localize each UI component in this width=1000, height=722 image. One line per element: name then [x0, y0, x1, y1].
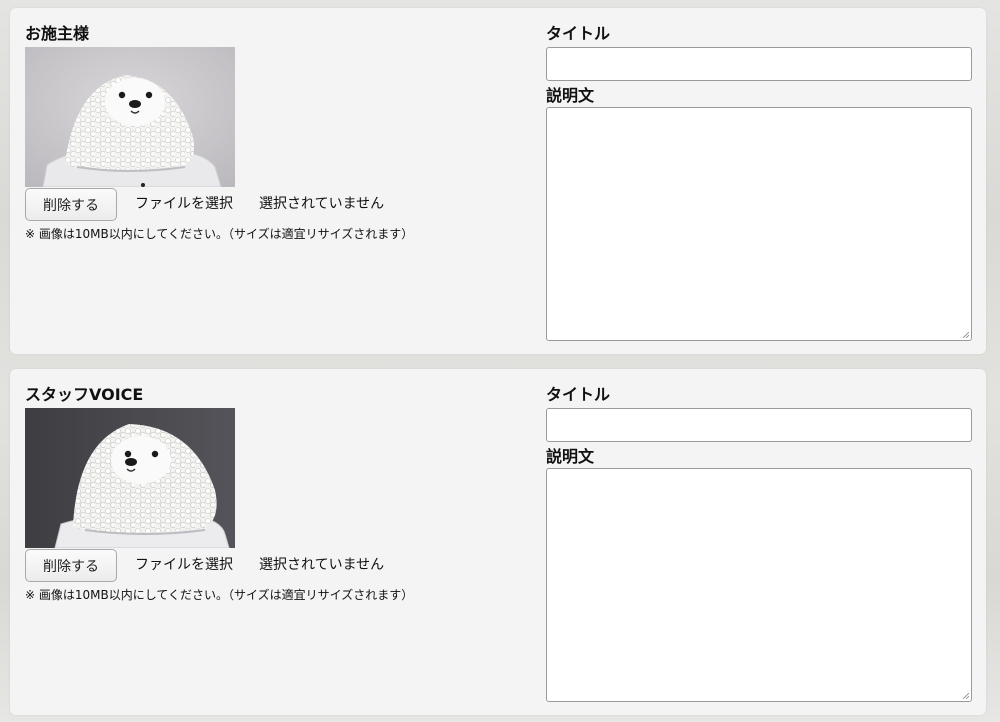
title-input[interactable]: [546, 47, 972, 81]
seal-plush-photo: [25, 408, 235, 548]
delete-button[interactable]: 削除する: [25, 549, 117, 582]
description-field-label: 説明文: [546, 86, 595, 105]
section-title: スタッフVOICE: [25, 385, 144, 404]
image-size-note: ※ 画像は10MB以内にしてください。（サイズは適宜リサイズされます）: [25, 588, 414, 602]
file-status-text: 選択されていません: [259, 196, 385, 212]
file-select-button[interactable]: ファイルを選択: [135, 195, 233, 213]
seal-plush-photo: [25, 47, 235, 187]
delete-button[interactable]: 削除する: [25, 188, 117, 221]
file-select-button[interactable]: ファイルを選択: [135, 556, 233, 574]
resize-grip-icon[interactable]: [963, 693, 969, 699]
resize-grip-icon[interactable]: [963, 332, 969, 338]
title-field-label: タイトル: [546, 24, 611, 43]
section-title: お施主様: [25, 24, 90, 43]
file-status-text: 選択されていません: [259, 557, 385, 573]
upload-section-staff-voice: スタッフVOICE 削除する ファイルを選択 選択されていません ※ 画像は10…: [10, 369, 986, 715]
title-field-label: タイトル: [546, 385, 611, 404]
description-textarea[interactable]: [546, 468, 972, 702]
title-input[interactable]: [546, 408, 972, 442]
description-field-label: 説明文: [546, 447, 595, 466]
image-size-note: ※ 画像は10MB以内にしてください。（サイズは適宜リサイズされます）: [25, 227, 414, 241]
description-textarea[interactable]: [546, 107, 972, 341]
upload-section-owner: お施主様 削除する ファイルを選択 選択されていません ※ 画像は10MB以内に…: [10, 8, 986, 354]
